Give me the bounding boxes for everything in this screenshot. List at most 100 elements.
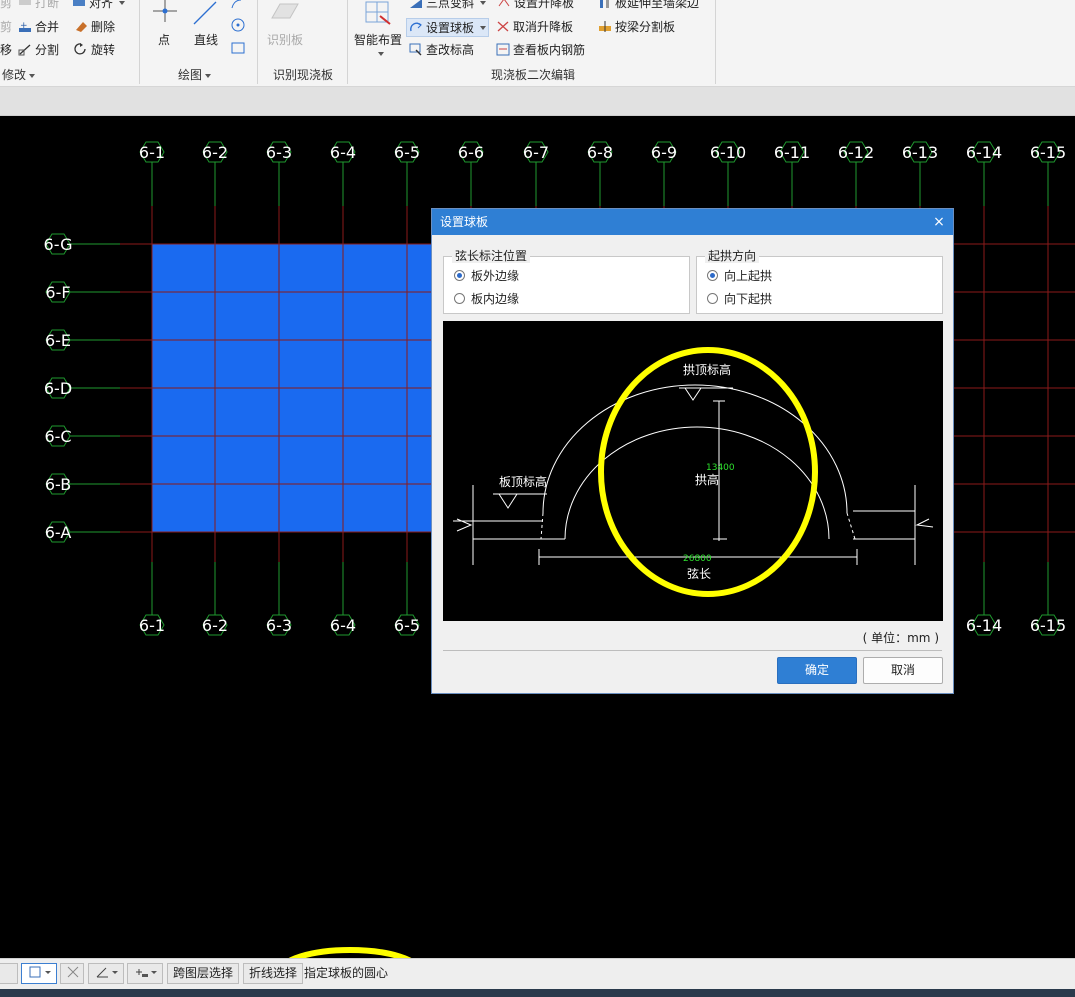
edit-elevation-icon	[409, 43, 423, 56]
point-button[interactable]: 点	[158, 31, 170, 48]
align-button[interactable]: 对齐	[72, 0, 126, 11]
cross-layer-select-button[interactable]: 跨图层选择	[167, 963, 240, 984]
split-by-beam-button[interactable]: 按梁分割板	[598, 18, 675, 35]
axis-label-bottom: 6-15	[1030, 616, 1066, 635]
extend-slab-icon	[598, 0, 612, 9]
axis-label-left: 6-E	[45, 331, 71, 350]
axis-label-top: 6-11	[774, 143, 810, 162]
radio-arch-down-label: 向下起拱	[724, 292, 773, 306]
three-point-slope-button[interactable]: 三点变斜	[409, 0, 487, 11]
select-mode-icon	[27, 966, 53, 983]
cancel-lift-slab-label: 取消升降板	[513, 20, 574, 34]
delete-label: 删除	[91, 20, 116, 34]
line-button[interactable]: 直线	[194, 31, 218, 48]
cross-select-button[interactable]	[60, 963, 84, 984]
ribbon-separator	[715, 0, 716, 84]
ok-button[interactable]: 确定	[777, 657, 857, 684]
modify-group-label[interactable]: 修改	[2, 66, 36, 83]
break-icon	[18, 0, 32, 9]
dialog-divider	[443, 650, 942, 651]
select-mode-button[interactable]	[21, 963, 57, 984]
axis-label-top: 6-13	[902, 143, 938, 162]
snap-ortho-button[interactable]	[0, 963, 18, 984]
break-label: 打断	[35, 0, 60, 10]
split-icon	[18, 43, 32, 56]
axis-label-top: 6-4	[330, 143, 356, 162]
rotate-label: 旋转	[91, 43, 116, 57]
edit-elevation-label: 查改标高	[426, 43, 475, 57]
merge-icon: +	[18, 20, 32, 33]
smart-layout-icon[interactable]	[362, 0, 394, 31]
radio-inner-edge-indicator[interactable]	[454, 293, 465, 304]
offset-icon	[133, 969, 159, 983]
smart-layout-dropdown[interactable]	[375, 46, 384, 60]
chord-position-group: 弦长标注位置 板外边缘 板内边缘	[443, 249, 690, 314]
rectangle-tool-icon[interactable]	[230, 40, 246, 59]
identify-slab-button[interactable]: 识别板	[267, 31, 303, 48]
radio-arch-down-indicator[interactable]	[707, 293, 718, 304]
identify-slab-icon[interactable]	[268, 0, 302, 27]
radio-arch-up-indicator[interactable]	[707, 270, 718, 281]
left-arch-dash	[540, 512, 544, 540]
spherical-slab-dialog: 设置球板 × 弦长标注位置 板外边缘 板内边缘 起拱方向 向上起拱 向下起拱 拱…	[431, 208, 954, 694]
cross-icon	[66, 966, 80, 983]
polyline-select-button[interactable]: 折线选择	[243, 963, 304, 984]
line-tool-icon[interactable]	[190, 0, 220, 31]
taskbar	[0, 989, 1075, 997]
edit-elevation-button[interactable]: 查改标高	[409, 41, 474, 58]
eraser-icon	[74, 20, 88, 33]
circle-tool-icon[interactable]	[230, 17, 246, 36]
cancel-lift-icon	[496, 20, 510, 33]
point-tool-icon[interactable]	[150, 0, 180, 31]
radio-outer-edge-label: 板外边缘	[471, 269, 520, 283]
arch-top-elevation-marker	[684, 387, 702, 401]
axis-label-left: 6-A	[45, 523, 72, 542]
axis-label-top: 6-6	[458, 143, 484, 162]
cancel-button[interactable]: 取消	[863, 657, 943, 684]
view-slab-rebar-button[interactable]: 查看板内钢筋	[496, 41, 585, 58]
merge-button[interactable]: + 合并	[18, 18, 59, 35]
radio-outer-edge-indicator[interactable]	[454, 270, 465, 281]
three-point-slope-label: 三点变斜	[426, 0, 475, 10]
dialog-title: 设置球板	[440, 215, 489, 229]
lift-slab-icon	[497, 0, 511, 9]
close-icon[interactable]: ×	[931, 209, 947, 235]
cut-button[interactable]: 剪	[0, 0, 12, 11]
view-slab-rebar-label: 查看板内钢筋	[513, 43, 586, 57]
radio-arch-down[interactable]: 向下起拱	[707, 290, 772, 307]
rise-label-text: 拱高	[695, 472, 719, 487]
dialog-title-bar[interactable]: 设置球板 ×	[432, 209, 953, 235]
radio-arch-up-label: 向上起拱	[724, 269, 773, 283]
radio-arch-up[interactable]: 向上起拱	[707, 267, 772, 284]
rise-value-text: 13400	[706, 463, 735, 473]
set-lift-slab-button[interactable]: 设置升降板	[497, 0, 574, 11]
outer-arch	[542, 384, 848, 514]
arch-diagram-svg: 拱顶标高 板顶标高 13400 拱高 26800 弦长	[453, 362, 934, 581]
right-arch-dash	[846, 512, 856, 540]
view-rebar-icon	[496, 43, 510, 56]
axis-label-left: 6-F	[45, 283, 70, 302]
align-label: 对齐	[89, 0, 114, 10]
angle-snap-button[interactable]	[88, 963, 124, 984]
axis-label-top: 6-7	[523, 143, 549, 162]
extend-slab-button[interactable]: 板延伸至墙梁边	[598, 0, 699, 11]
set-spherical-slab-button[interactable]: 设置球板	[406, 18, 490, 37]
set-spherical-slab-label: 设置球板	[426, 21, 475, 35]
rotate-button[interactable]: 旋转	[74, 41, 115, 58]
right-break-mark	[915, 518, 934, 528]
unit-label: ( 单位：mm )	[862, 631, 939, 645]
arc-tool-icon[interactable]	[229, 0, 245, 13]
radio-outer-edge[interactable]: 板外边缘	[454, 267, 519, 284]
offset-snap-button[interactable]	[127, 963, 163, 984]
align-icon	[72, 0, 86, 9]
cut-partial-button[interactable]: 剪	[0, 18, 12, 35]
split-label: 分割	[35, 43, 60, 57]
split-by-beam-icon	[598, 20, 612, 33]
break-button[interactable]: 打断	[18, 0, 59, 11]
split-button[interactable]: 分割	[18, 41, 59, 58]
move-button[interactable]: 移	[0, 41, 12, 58]
cancel-lift-slab-button[interactable]: 取消升降板	[496, 18, 573, 35]
delete-button[interactable]: 删除	[74, 18, 115, 35]
draw-group-label[interactable]: 绘图	[178, 66, 212, 83]
radio-inner-edge[interactable]: 板内边缘	[454, 290, 519, 307]
